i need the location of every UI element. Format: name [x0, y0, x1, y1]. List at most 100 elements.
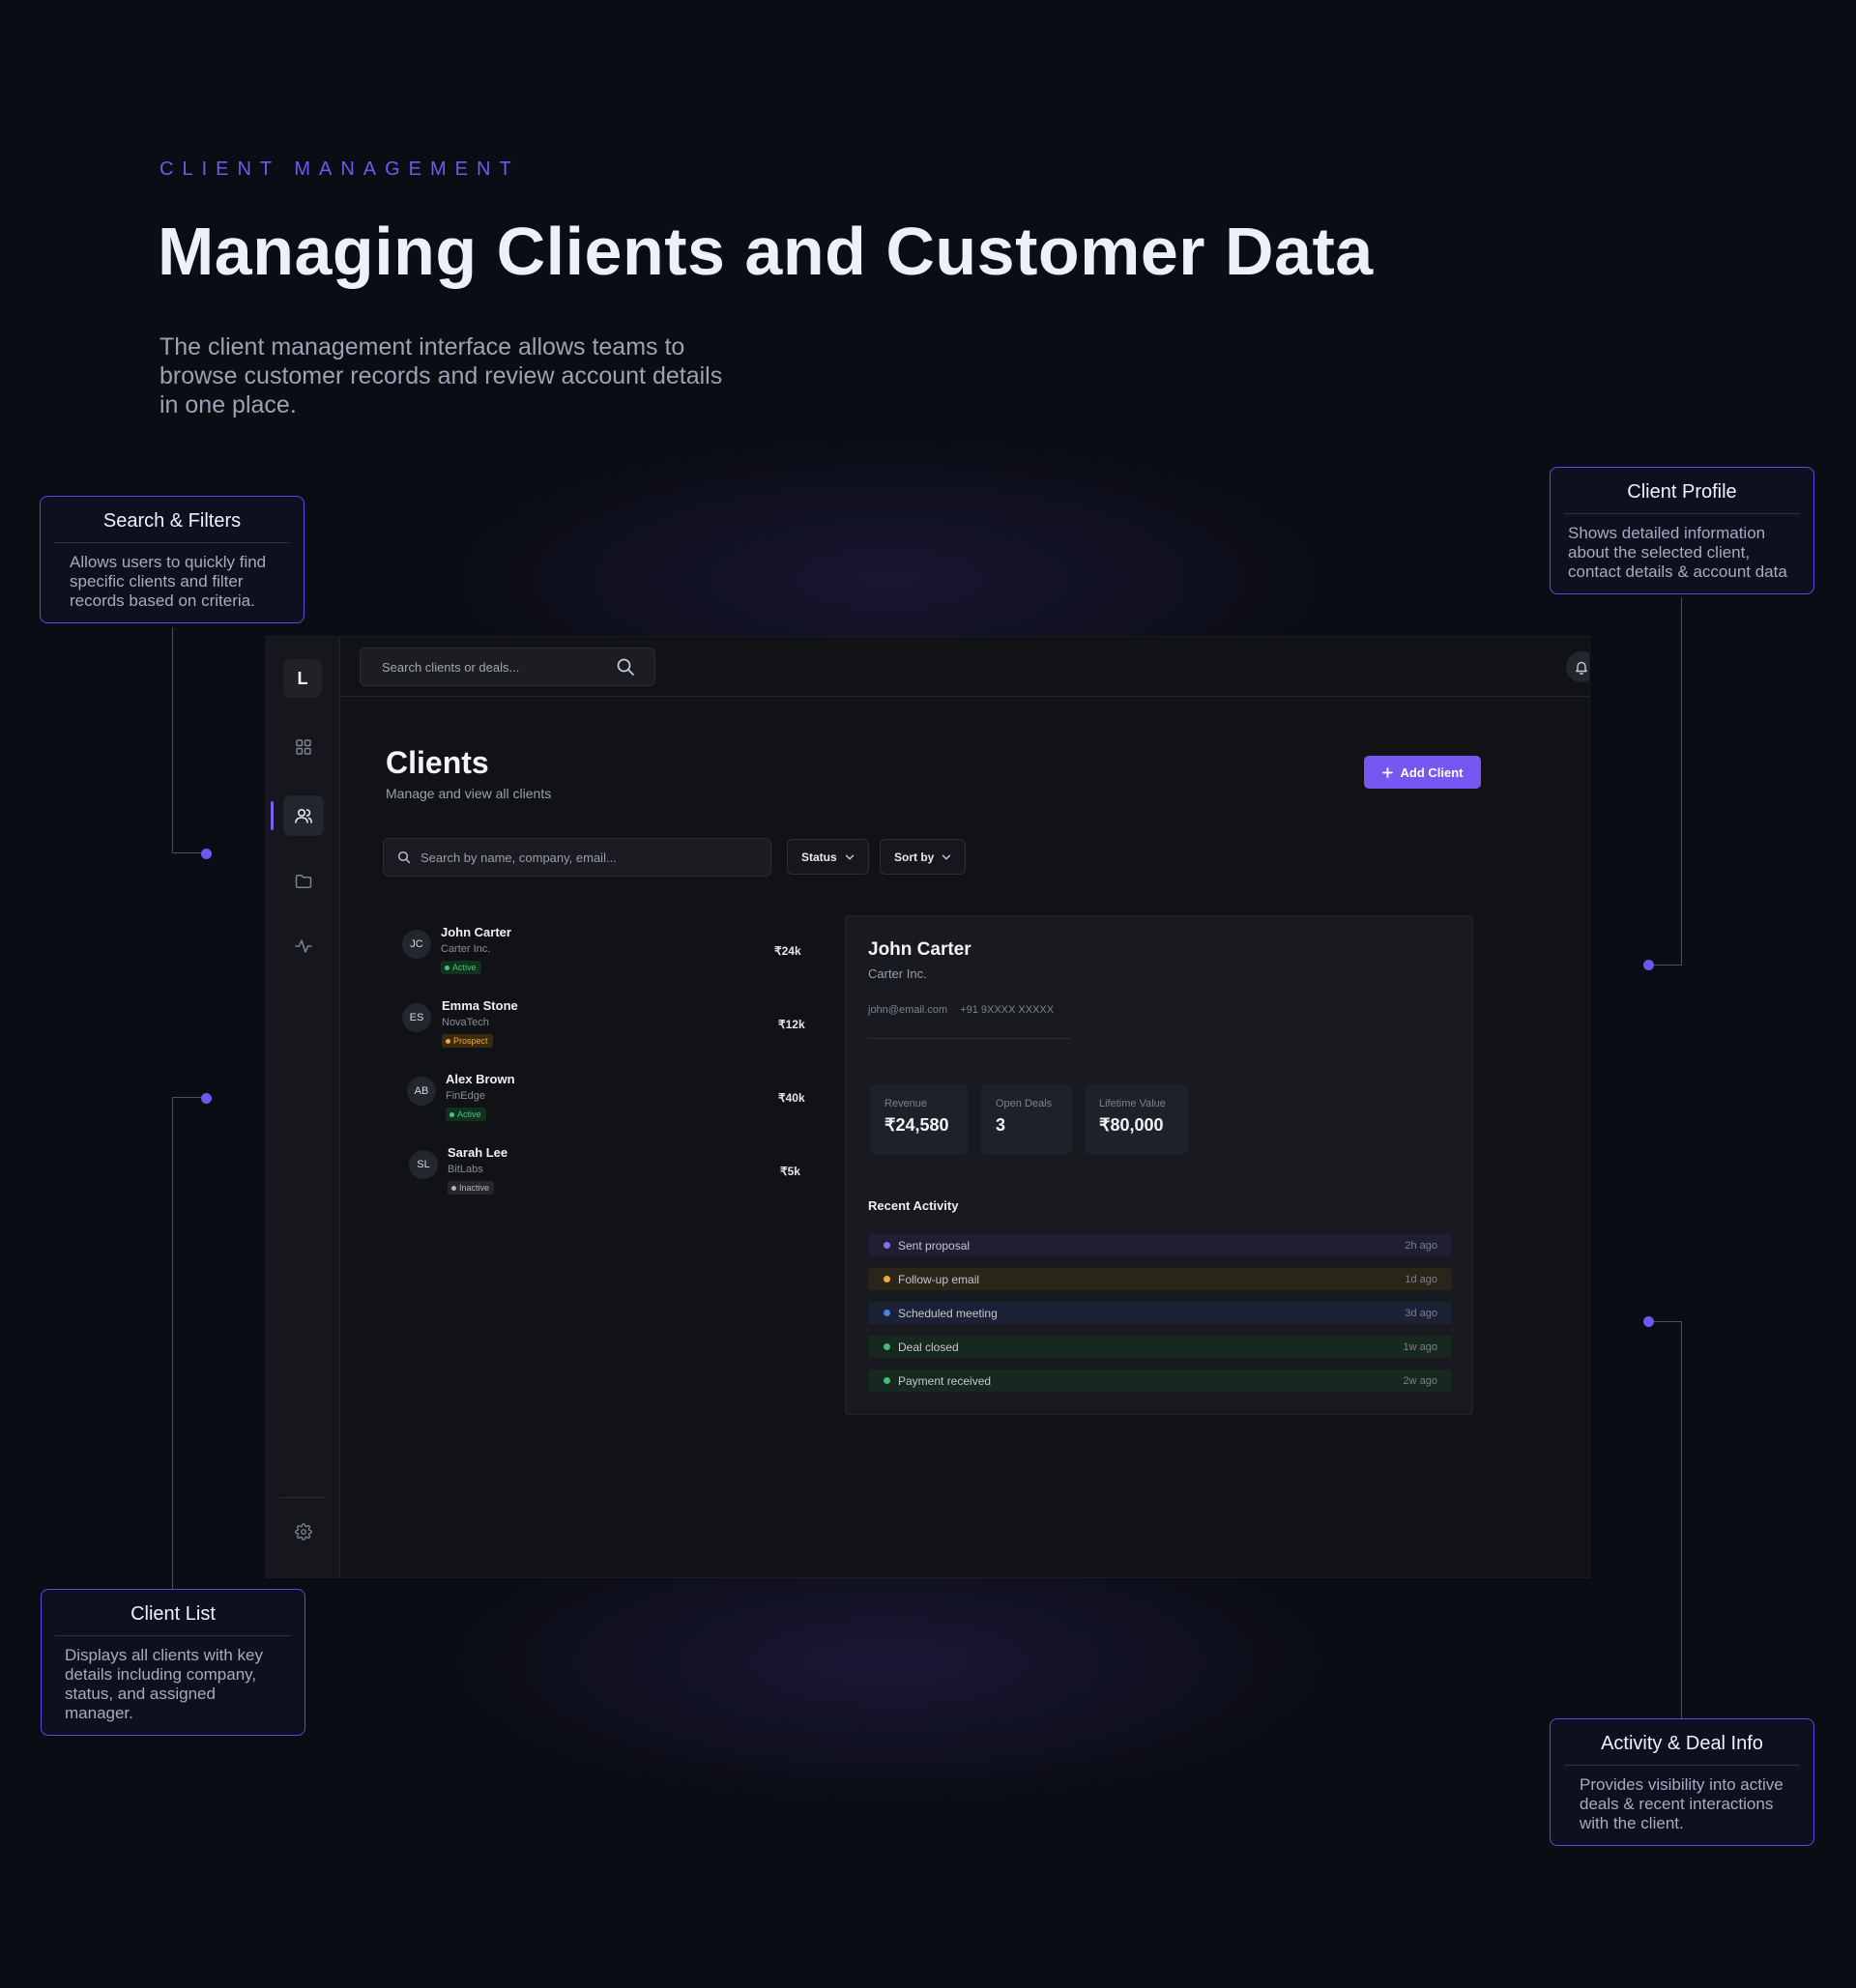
stat-card-lifetime-value: Lifetime Value ₹80,000 — [1085, 1084, 1188, 1154]
connector-line — [172, 852, 201, 853]
stat-value: 3 — [996, 1115, 1006, 1135]
avatar: JC — [402, 930, 431, 959]
status-dropdown[interactable]: Status — [787, 839, 869, 875]
activity-item[interactable]: Payment received 2w ago — [868, 1369, 1452, 1392]
callout-title: Activity & Deal Info — [1564, 1733, 1800, 1766]
activity-icon[interactable] — [283, 926, 324, 966]
page-description: The client management interface allows t… — [160, 333, 723, 418]
activity-label: Sent proposal — [898, 1238, 971, 1253]
global-search-placeholder: Search clients or deals... — [382, 659, 520, 675]
client-name: Sarah Lee — [448, 1145, 508, 1160]
activity-time: 2w ago — [1403, 1374, 1437, 1387]
client-value: ₹5k — [780, 1165, 800, 1178]
callout-title: Search & Filters — [54, 510, 290, 543]
app-window: L Search clients or deals... Clients Man… — [266, 636, 1590, 1578]
top-bar: Search clients or deals... — [340, 637, 1589, 697]
client-company: FinEdge — [446, 1090, 485, 1102]
sort-by-dropdown-label: Sort by — [894, 850, 935, 864]
callout-body: Shows detailed information about the sel… — [1568, 524, 1787, 581]
section-eyebrow: CLIENT MANAGEMENT — [160, 158, 520, 180]
avatar: AB — [407, 1077, 436, 1106]
page-subtitle: Manage and view all clients — [386, 786, 552, 801]
client-list-item[interactable]: ES Emma Stone NovaTech Prospect ₹12k — [383, 998, 808, 1056]
folder-icon[interactable] — [283, 861, 324, 902]
client-search-input[interactable]: Search by name, company, email... — [383, 838, 771, 877]
callout-body: Displays all clients with key details in… — [65, 1646, 264, 1722]
activity-item[interactable]: Deal closed 1w ago — [868, 1336, 1452, 1358]
plus-icon — [1381, 766, 1393, 778]
callout-client-profile: Client Profile Shows detailed informatio… — [1550, 467, 1814, 594]
page-headline: Managing Clients and Customer Data — [158, 214, 1374, 289]
connector-dot — [1643, 1316, 1654, 1327]
profile-divider — [868, 1038, 1071, 1039]
callout-search-filters: Search & Filters Allows users to quickly… — [40, 496, 304, 623]
connector-line — [172, 627, 173, 853]
activity-dot — [884, 1343, 890, 1350]
connector-line — [1681, 597, 1682, 965]
sidebar: L — [267, 637, 340, 1577]
client-list-item[interactable]: AB Alex Brown FinEdge Active ₹40k — [383, 1072, 808, 1130]
client-value: ₹40k — [778, 1091, 805, 1105]
add-client-label: Add Client — [1400, 764, 1464, 780]
client-value: ₹12k — [778, 1018, 805, 1031]
activity-item[interactable]: Sent proposal 2h ago — [868, 1234, 1452, 1256]
connector-line — [172, 1097, 201, 1098]
profile-name: John Carter — [868, 939, 972, 960]
search-icon — [397, 850, 411, 864]
sidebar-divider — [280, 1497, 327, 1498]
client-list-item[interactable]: SL Sarah Lee BitLabs Inactive ₹5k — [383, 1145, 808, 1203]
avatar: ES — [402, 1003, 431, 1032]
activity-time: 1w ago — [1403, 1340, 1437, 1353]
client-company: NovaTech — [442, 1017, 489, 1028]
search-icon — [617, 658, 634, 676]
connector-line — [1681, 1321, 1682, 1718]
status-badge: Prospect — [442, 1034, 493, 1048]
stat-value: ₹80,000 — [1099, 1115, 1164, 1135]
bell-icon[interactable] — [1566, 651, 1589, 682]
connector-dot — [201, 1093, 212, 1104]
connector-line — [172, 1097, 173, 1590]
callout-activity-deal: Activity & Deal Info Provides visibility… — [1550, 1718, 1814, 1846]
callout-title: Client Profile — [1564, 481, 1800, 514]
activity-dot — [884, 1377, 890, 1384]
status-badge: Active — [446, 1108, 486, 1121]
avatar: SL — [409, 1150, 438, 1179]
activity-item[interactable]: Follow-up email 1d ago — [868, 1268, 1452, 1290]
activity-dot — [884, 1276, 890, 1282]
activity-time: 3d ago — [1405, 1307, 1437, 1319]
stat-label: Revenue — [884, 1098, 928, 1109]
client-company: BitLabs — [448, 1164, 483, 1175]
client-search-placeholder: Search by name, company, email... — [420, 850, 617, 865]
client-list-item[interactable]: JC John Carter Carter Inc. Active ₹24k — [383, 925, 808, 983]
activity-dot — [884, 1310, 890, 1316]
app-logo[interactable]: L — [283, 659, 322, 698]
add-client-button[interactable]: Add Client — [1364, 756, 1481, 789]
profile-contact: john@email.com +91 9XXXX XXXXX — [868, 1004, 1063, 1016]
activity-item[interactable]: Scheduled meeting 3d ago — [868, 1302, 1452, 1324]
status-dropdown-label: Status — [801, 850, 837, 864]
callout-body: Provides visibility into active deals & … — [1580, 1775, 1784, 1832]
sort-by-dropdown[interactable]: Sort by — [880, 839, 967, 875]
settings-icon[interactable] — [283, 1512, 324, 1552]
dashboard-icon[interactable] — [283, 727, 324, 767]
connector-dot — [201, 849, 212, 859]
activity-time: 2h ago — [1405, 1239, 1437, 1252]
callout-client-list: Client List Displays all clients with ke… — [41, 1589, 305, 1736]
client-value: ₹24k — [774, 944, 801, 958]
callout-title: Client List — [55, 1603, 291, 1636]
chevron-down-icon — [942, 854, 951, 860]
activity-label: Payment received — [898, 1373, 992, 1388]
activity-label: Follow-up email — [898, 1272, 980, 1286]
profile-company: Carter Inc. — [868, 966, 927, 981]
stat-label: Open Deals — [996, 1098, 1053, 1109]
users-icon[interactable] — [283, 795, 324, 836]
activity-dot — [884, 1242, 890, 1249]
recent-activity-title: Recent Activity — [868, 1198, 959, 1213]
callout-body: Allows users to quickly find specific cl… — [70, 553, 267, 610]
profile-email[interactable]: john@email.com — [868, 1004, 947, 1016]
status-badge: Active — [441, 961, 481, 974]
stat-card-revenue: Revenue ₹24,580 — [870, 1084, 968, 1154]
global-search-input[interactable]: Search clients or deals... — [360, 648, 655, 686]
stat-label: Lifetime Value — [1099, 1098, 1166, 1109]
connector-line — [1653, 1321, 1682, 1322]
